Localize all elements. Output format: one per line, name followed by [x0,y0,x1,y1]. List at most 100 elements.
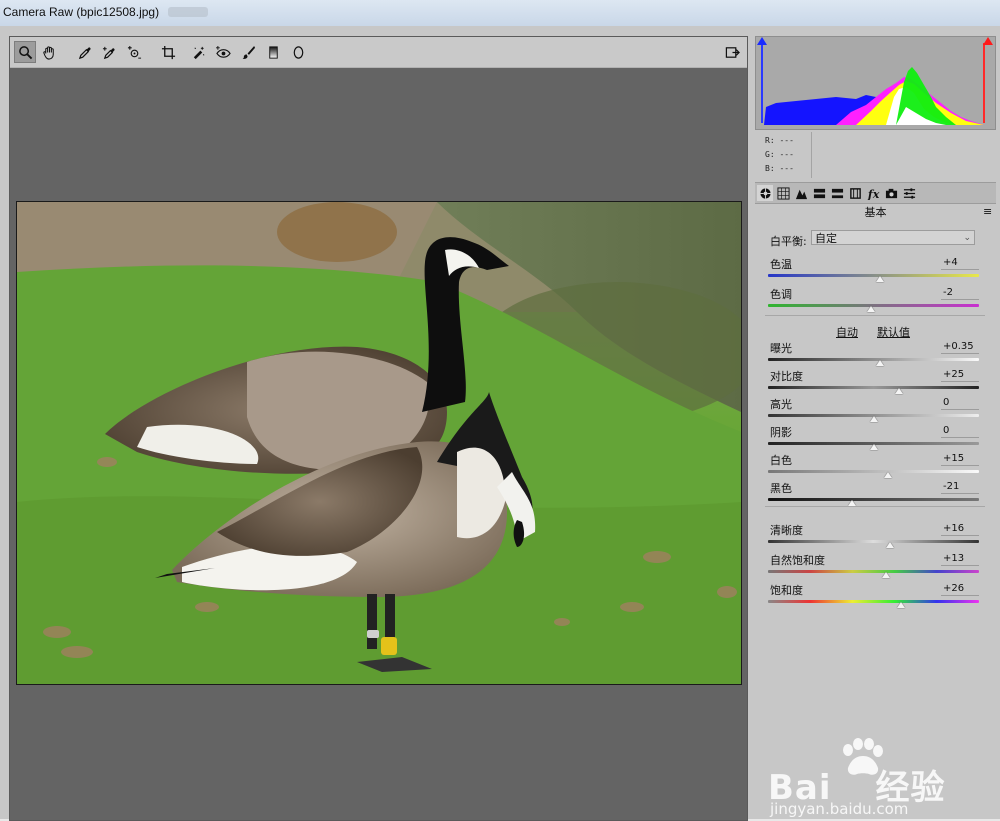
vibrance-value-field[interactable]: +13 [941,553,979,566]
contrast-slider-track[interactable] [768,386,979,389]
gradient-icon [268,45,278,59]
contrast-slider-thumb[interactable] [894,388,903,394]
red-eye-tool-button[interactable] [212,41,234,63]
color-sampler-tool-button[interactable] [98,41,120,63]
svg-text:fx: fx [867,188,880,200]
default-button[interactable]: 默认值 [877,324,910,340]
highlight-clipping-icon[interactable] [983,37,993,45]
readout-divider [811,132,812,178]
rgb-b: B: --- [765,164,794,173]
tab-basic[interactable] [757,185,773,201]
targeted-adjustment-tool-button[interactable] [123,41,145,63]
white-balance-value: 自定 [815,232,837,245]
exposure-value-field[interactable]: +0.35 [941,341,979,354]
temperature-label: 色温 [770,258,792,271]
exposure-slider-track[interactable] [768,358,979,361]
rgb-r: R: --- [765,136,794,145]
whites-slider-track[interactable] [768,470,979,473]
crop-icon [161,45,175,59]
radial-filter-tool-button[interactable] [287,41,309,63]
tool-bar [10,37,747,68]
magnifier-icon [18,45,32,59]
brush-spot-icon [193,46,204,59]
clarity-slider-track[interactable] [768,540,979,543]
shadows-slider-thumb[interactable] [869,444,878,450]
zoom-tool-button[interactable] [14,41,36,63]
whites-slider-thumb[interactable] [884,472,893,478]
adjustment-brush-tool-button[interactable] [237,41,259,63]
panel-menu-icon[interactable]: ≡ [983,205,992,218]
window-title: Camera Raw (bpic12508.jpg) [3,5,160,19]
hand-tool-button[interactable] [38,41,60,63]
effects-icon: fx [867,188,880,200]
tab-detail[interactable] [793,185,809,201]
highlights-value-field[interactable]: 0 [941,397,979,410]
highlights-label: 高光 [770,398,792,411]
crop-tool-button[interactable] [157,41,179,63]
title-bar: Camera Raw (bpic12508.jpg) [0,0,1000,27]
temperature-slider-track[interactable] [768,274,979,277]
eye-icon [215,45,231,58]
blacks-slider-track[interactable] [768,498,979,501]
toggle-fullscreen-button[interactable] [721,41,743,63]
clarity-label: 清晰度 [770,524,803,537]
spot-removal-tool-button[interactable] [187,41,209,63]
highlights-slider-thumb[interactable] [869,416,878,422]
shadows-label: 阴影 [770,426,792,439]
tab-lens[interactable] [847,185,863,201]
presets-icon [903,187,915,199]
temperature-value-field[interactable]: +4 [941,257,979,270]
white-balance-tool-button[interactable] [74,41,96,63]
tab-split-toning[interactable] [829,185,845,201]
whites-value-field[interactable]: +15 [941,453,979,466]
tab-effects[interactable]: fx [865,185,881,201]
title-blur [168,7,208,17]
tone-curve-icon [776,186,790,200]
tab-camera-calibration[interactable] [883,185,899,201]
rgb-g: G: --- [765,150,794,159]
whites-label: 白色 [770,454,792,467]
blacks-value-field[interactable]: -21 [941,481,979,494]
exposure-slider-thumb[interactable] [875,360,884,366]
saturation-slider-thumb[interactable] [896,602,905,608]
chevron-down-icon: ⌄ [963,233,971,243]
clarity-slider-thumb[interactable] [886,542,895,548]
blacks-label: 黑色 [770,482,792,495]
tint-value-field[interactable]: -2 [941,287,979,300]
white-balance-label: 白平衡: [770,235,807,248]
shadow-clipping-icon[interactable] [757,37,767,45]
target-icon [127,45,141,59]
toggle-fullscreen-icon [725,46,740,58]
panel-title: 基本 [864,206,887,219]
tint-label: 色调 [770,288,792,301]
saturation-label: 饱和度 [770,584,803,597]
tint-slider-thumb[interactable] [867,306,876,312]
white-balance-select[interactable]: 自定 ⌄ [811,230,975,245]
vibrance-slider-thumb[interactable] [882,572,891,578]
split-toning-icon [831,188,843,198]
brush-icon [241,45,255,59]
image-preview[interactable] [16,201,742,685]
shadows-value-field[interactable]: 0 [941,425,979,438]
watermark-url: jingyan.baidu.com [770,800,909,818]
tab-hsl[interactable] [811,185,827,201]
tab-tone-curve[interactable] [775,185,791,201]
graduated-filter-tool-button[interactable] [262,41,284,63]
hand-icon [42,45,54,60]
temperature-slider-thumb[interactable] [875,276,884,282]
histogram-graph [761,43,985,125]
clarity-value-field[interactable]: +16 [941,523,979,536]
tab-presets[interactable] [901,185,917,201]
adjustments-panel: R: --- G: --- B: --- fx 基本 ≡ 白平衡: 自定 ⌄ 色… [751,26,1000,819]
eyedropper-plus-icon [102,46,115,59]
detail-icon [795,189,807,199]
exposure-label: 曝光 [770,342,792,355]
section-divider [765,506,985,507]
saturation-value-field[interactable]: +26 [941,583,979,596]
contrast-value-field[interactable]: +25 [941,369,979,382]
hsl-icon [813,188,825,198]
vibrance-slider-track[interactable] [768,570,979,573]
saturation-slider-track[interactable] [768,600,979,603]
auto-button[interactable]: 自动 [836,324,858,340]
camera-calibration-icon [885,188,897,198]
